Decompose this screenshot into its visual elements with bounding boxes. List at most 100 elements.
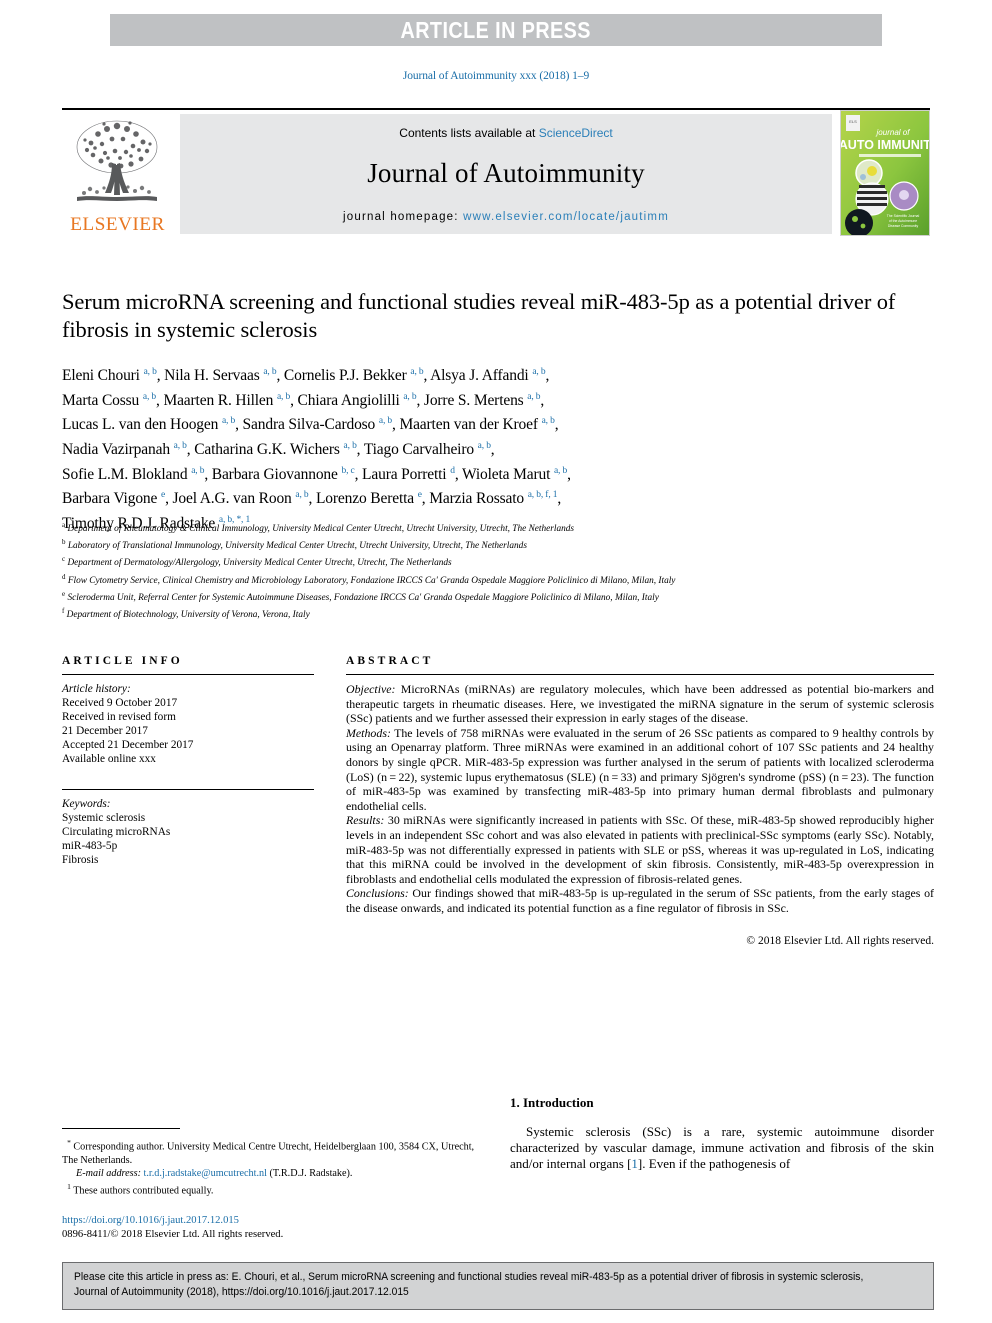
running-head: Journal of Autoimmunity xxx (2018) 1–9 <box>0 70 992 82</box>
introduction-heading: 1. Introduction <box>510 1095 594 1110</box>
keywords-label: Keywords: <box>62 797 111 810</box>
author-list: Eleni Chouri a, b, Nila H. Servaas a, b,… <box>62 367 571 533</box>
journal-title: Journal of Autoimmunity <box>367 158 645 188</box>
article-in-press-banner: ARTICLE IN PRESS <box>110 14 882 46</box>
citation-footer-box: Please cite this article in press as: E.… <box>62 1262 934 1310</box>
doi-block: https://doi.org/10.1016/j.jaut.2017.12.0… <box>62 1214 482 1242</box>
abstract-section: Conclusions: Our findings showed that mi… <box>346 886 934 915</box>
masthead-center-panel: Contents lists available at ScienceDirec… <box>180 114 832 234</box>
abstract-section-lead: Conclusions: <box>346 886 409 901</box>
keywords-block: Keywords: Systemic sclerosis Circulating… <box>62 788 314 867</box>
affiliation-marker: c <box>62 555 66 564</box>
journal-masthead: ELSEVIER Contents lists available at Sci… <box>62 108 930 236</box>
affiliation-marker: e <box>62 589 66 598</box>
affiliation-text: Laboratory of Translational Immunology, … <box>67 541 527 552</box>
keyword-item: Systemic sclerosis <box>62 811 146 824</box>
email-footnote: E-mail address: t.r.d.j.radstake@umcutre… <box>62 1167 482 1180</box>
svg-text:journal of: journal of <box>876 128 911 137</box>
svg-text:AUTO IMMUNITY: AUTO IMMUNITY <box>841 138 929 152</box>
article-info-heading: ARTICLE INFO <box>62 655 183 667</box>
journal-homepage-line: journal homepage: www.elsevier.com/locat… <box>343 211 669 223</box>
affiliation-text: Scleroderma Unit, Referral Center for Sy… <box>67 592 659 603</box>
keyword-item: miR-483-5p <box>62 839 118 852</box>
article-history-label: Article history: <box>62 683 131 695</box>
abstract-section: Results: 30 miRNAs were significantly in… <box>346 813 934 886</box>
affiliation-text: Department of Rheumatology & Clinical Im… <box>67 524 575 535</box>
article-info-panel: ARTICLE INFO Article history: Received 9… <box>62 655 314 867</box>
issn-copyright-line: 0896-8411/© 2018 Elsevier Ltd. All right… <box>62 1229 284 1240</box>
abstract-section-lead: Objective: <box>346 682 396 696</box>
title-block: Serum microRNA screening and functional … <box>62 288 934 535</box>
running-head-text: Journal of Autoimmunity xxx (2018) 1–9 <box>402 70 590 82</box>
abstract-section-lead: Results: <box>346 813 385 828</box>
journal-cover-thumbnail: ELS journal of AUTO IMMUNITY The Scienti… <box>840 110 930 236</box>
abstract-body: Objective: MicroRNAs (miRNAs) are regula… <box>346 682 934 916</box>
abstract-panel: ABSTRACT Objective: MicroRNAs (miRNAs) a… <box>346 655 934 947</box>
article-history-block: Article history: Received 9 October 2017… <box>62 682 314 767</box>
abstract-section-text: MicroRNAs (miRNAs) are regulatory molecu… <box>346 682 934 726</box>
affiliation-list: a Department of Rheumatology & Clinical … <box>62 519 934 622</box>
affiliation-item: f Department of Biotechnology, Universit… <box>62 605 934 622</box>
article-info-divider <box>62 674 314 675</box>
keyword-item: Fibrosis <box>62 853 99 866</box>
equal-contribution-footnote: 1 These authors contributed equally. <box>62 1180 482 1198</box>
affiliation-item: c Department of Dermatology/Allergology,… <box>62 553 934 570</box>
affiliation-item: a Department of Rheumatology & Clinical … <box>62 519 934 536</box>
introduction-section: 1. Introduction Systemic sclerosis (SSc)… <box>510 1095 934 1173</box>
affiliation-marker: b <box>62 538 66 547</box>
abstract-section: Methods: The levels of 758 miRNAs were e… <box>346 726 934 814</box>
article-in-press-label: ARTICLE IN PRESS <box>400 16 592 43</box>
elsevier-logo: ELSEVIER <box>62 112 172 236</box>
sciencedirect-link[interactable]: ScienceDirect <box>539 126 613 140</box>
abstract-section-text: The levels of 758 miRNAs were evaluated … <box>346 725 934 813</box>
affiliation-marker: f <box>62 606 65 615</box>
email-link[interactable]: t.r.d.j.radstake@umcutrecht.nl <box>144 1168 267 1179</box>
keywords-divider <box>62 788 314 790</box>
elsevier-wordmark: ELSEVIER <box>69 214 165 235</box>
journal-cover-artwork: ELS journal of AUTO IMMUNITY The Scienti… <box>841 111 929 235</box>
corresponding-author-text: Corresponding author. University Medical… <box>62 1141 475 1166</box>
svg-text:ELS: ELS <box>849 119 857 124</box>
doi-link[interactable]: https://doi.org/10.1016/j.jaut.2017.12.0… <box>62 1214 482 1228</box>
affiliation-item: e Scleroderma Unit, Referral Center for … <box>62 588 934 605</box>
affiliation-item: d Flow Cytometry Service, Clinical Chemi… <box>62 571 934 588</box>
footnote-rule <box>62 1128 180 1130</box>
svg-text:The Scientific Journal: The Scientific Journal <box>887 214 920 218</box>
svg-text:of the Autoimmune: of the Autoimmune <box>889 219 917 223</box>
page-title: Serum microRNA screening and functional … <box>62 289 896 342</box>
affiliation-item: b Laboratory of Translational Immunology… <box>62 536 934 553</box>
introduction-text-part2: ]. Even if the pathogenesis of <box>637 1156 791 1172</box>
abstract-divider <box>346 674 934 675</box>
svg-text:Disease Community: Disease Community <box>888 224 919 228</box>
article-history-line: Received 9 October 2017 <box>62 697 178 710</box>
corresponding-author-footnote: * Corresponding author. University Medic… <box>62 1136 482 1167</box>
masthead-top-rule <box>62 108 930 110</box>
contents-lists-line: Contents lists available at ScienceDirec… <box>399 126 612 140</box>
abstract-section-text: Our findings showed that miR-483-5p is u… <box>346 886 934 915</box>
affiliation-text: Department of Biotechnology, University … <box>66 610 310 621</box>
article-history-line: Received in revised form <box>62 711 176 724</box>
article-history-line: 21 December 2017 <box>62 725 148 738</box>
elsevier-tree-icon <box>76 120 158 201</box>
affiliation-marker: a <box>62 521 66 529</box>
article-history-line: Available online xxx <box>62 753 156 766</box>
affiliation-marker: d <box>62 572 66 581</box>
footnote-block: * Corresponding author. University Medic… <box>62 1128 482 1198</box>
abstract-heading: ABSTRACT <box>346 655 434 667</box>
citation-footer-text: Please cite this article in press as: E.… <box>74 1271 864 1298</box>
email-label: E-mail address: <box>76 1168 141 1180</box>
keyword-item: Circulating microRNAs <box>62 825 171 838</box>
abstract-section-text: 30 miRNAs were significantly increased i… <box>346 813 934 886</box>
homepage-url-link[interactable]: www.elsevier.com/locate/jautimm <box>463 211 669 223</box>
abstract-section-lead: Methods: <box>346 725 391 740</box>
article-history-line: Accepted 21 December 2017 <box>62 739 194 752</box>
contents-prefix: Contents lists available at <box>399 126 539 140</box>
affiliation-text: Flow Cytometry Service, Clinical Chemist… <box>67 575 676 586</box>
homepage-prefix: journal homepage: <box>343 211 464 223</box>
affiliation-text: Department of Dermatology/Allergology, U… <box>67 558 452 569</box>
email-suffix: (T.R.D.J. Radstake). <box>266 1168 353 1180</box>
abstract-copyright: © 2018 Elsevier Ltd. All rights reserved… <box>746 934 934 947</box>
abstract-section: Objective: MicroRNAs (miRNAs) are regula… <box>346 682 934 726</box>
equal-contribution-text: These authors contributed equally. <box>70 1185 214 1197</box>
introduction-paragraph: Systemic sclerosis (SSc) is a rare, syst… <box>510 1124 934 1173</box>
